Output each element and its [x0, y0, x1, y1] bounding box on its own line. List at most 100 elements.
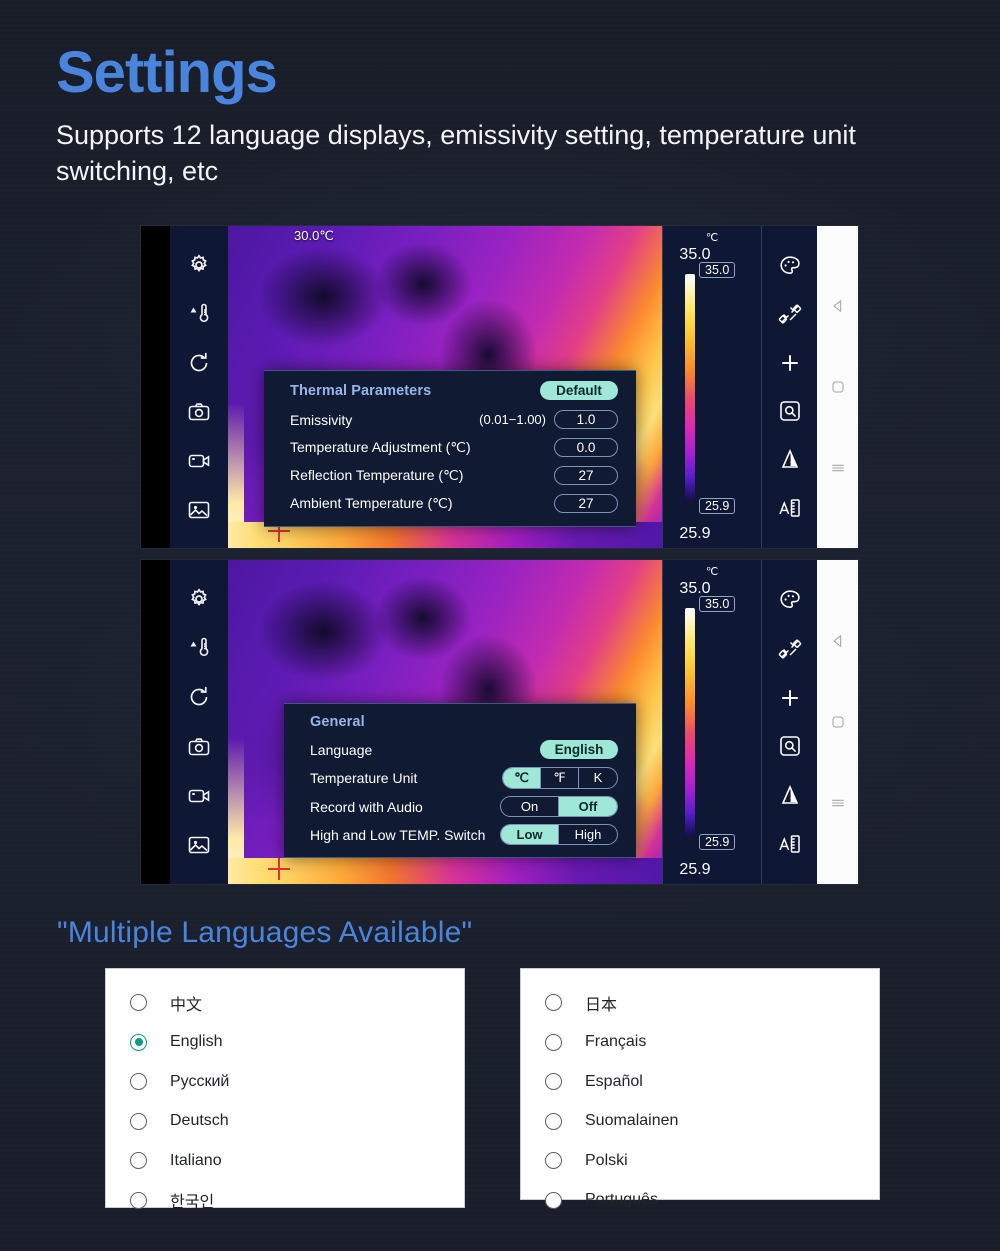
high-low-option-high[interactable]: High	[559, 825, 617, 844]
row-language: Language English	[310, 739, 618, 760]
list-item[interactable]: Русский	[106, 1062, 464, 1102]
contrast-icon[interactable]	[778, 447, 802, 471]
list-item[interactable]: 中文	[106, 983, 464, 1023]
android-nav-bar-2	[817, 560, 858, 884]
scale-upper-tag[interactable]: 35.0	[699, 262, 736, 278]
temp-unit-option-kelvin[interactable]: K	[579, 768, 617, 788]
measure-tools-icon[interactable]	[778, 637, 802, 661]
video-icon[interactable]	[187, 449, 211, 473]
font-size-icon[interactable]	[778, 832, 802, 856]
temperature-scale-2: ℃ 35.0 35.0 25.9 25.9	[662, 560, 762, 884]
list-item[interactable]: Suomalainen	[521, 1102, 879, 1142]
dialog-title: General	[310, 714, 365, 730]
scale-unit-label: ℃	[705, 566, 719, 578]
radio-unselected-icon[interactable]	[545, 1073, 562, 1091]
scale-lower-tag[interactable]: 25.9	[699, 834, 736, 850]
home-icon[interactable]	[830, 379, 846, 395]
spot-temperature-marker-2[interactable]	[268, 858, 290, 880]
radio-unselected-icon[interactable]	[130, 1112, 147, 1130]
list-item[interactable]: Français	[521, 1023, 879, 1063]
gallery-icon[interactable]	[187, 498, 211, 522]
plus-icon[interactable]	[778, 351, 802, 375]
back-icon[interactable]	[830, 298, 846, 314]
contrast-icon[interactable]	[778, 783, 802, 807]
gallery-icon[interactable]	[187, 833, 211, 857]
row-label: Language	[310, 741, 373, 758]
magnifier-box-icon[interactable]	[778, 734, 802, 758]
record-audio-option-on[interactable]: On	[501, 797, 559, 816]
refresh-icon[interactable]	[187, 685, 211, 709]
color-palette-bar[interactable]	[685, 274, 695, 502]
magnifier-box-icon[interactable]	[778, 399, 802, 423]
row-hint: (0.01−1.00)	[479, 412, 546, 427]
dialog-title: Thermal Parameters	[290, 382, 432, 399]
radio-unselected-icon[interactable]	[545, 1033, 562, 1051]
header: Settings Supports 12 language displays, …	[56, 44, 916, 189]
general-settings-dialog: General Language English Temperature Uni…	[284, 703, 636, 858]
language-label: 日本	[585, 996, 618, 1014]
plus-icon[interactable]	[778, 686, 802, 710]
row-temperature-adjustment: Temperature Adjustment (℃) 0.0	[290, 437, 618, 458]
list-item[interactable]: English	[106, 1023, 464, 1063]
camera-icon[interactable]	[187, 400, 211, 424]
device-right-toolbar	[762, 226, 817, 548]
list-item[interactable]: Español	[521, 1062, 879, 1102]
row-label: Temperature Unit	[310, 770, 418, 786]
radio-unselected-icon[interactable]	[130, 1152, 147, 1170]
radio-unselected-icon[interactable]	[130, 994, 147, 1012]
temp-unit-option-fahrenheit[interactable]: ℉	[541, 768, 579, 788]
default-button[interactable]: Default	[540, 381, 618, 400]
row-reflection-temperature: Reflection Temperature (℃) 27	[290, 465, 618, 486]
radio-unselected-icon[interactable]	[545, 1152, 562, 1170]
camera-icon[interactable]	[187, 735, 211, 759]
menu-icon[interactable]	[830, 795, 846, 811]
radio-unselected-icon[interactable]	[545, 994, 562, 1012]
list-item[interactable]: Polski	[521, 1141, 879, 1181]
list-item[interactable]: 한국인	[106, 1181, 464, 1221]
font-size-icon[interactable]	[778, 496, 802, 520]
radio-unselected-icon[interactable]	[545, 1191, 562, 1209]
measure-tools-icon[interactable]	[778, 302, 802, 326]
row-label: Emissivity	[290, 411, 353, 428]
temperature-alarm-icon[interactable]	[187, 302, 211, 326]
record-audio-option-off[interactable]: Off	[559, 797, 617, 816]
language-list-right: 日本 Français Español Suomalainen Polski P…	[520, 968, 880, 1209]
temperature-adjustment-value[interactable]: 0.0	[554, 438, 618, 457]
palette-icon[interactable]	[778, 588, 802, 612]
reflection-temperature-value[interactable]: 27	[554, 466, 618, 485]
device-bezel-left	[141, 226, 170, 548]
list-item[interactable]: Italiano	[106, 1141, 464, 1181]
color-palette-bar[interactable]	[685, 608, 695, 838]
emissivity-value[interactable]: 1.0	[554, 410, 618, 429]
palette-icon[interactable]	[778, 254, 802, 278]
language-label: Suomalainen	[585, 1112, 679, 1130]
thermal-image-area-1: 30.0℃ Thermal Parameters Default Emissiv…	[228, 226, 662, 548]
radio-unselected-icon[interactable]	[130, 1191, 147, 1209]
radio-unselected-icon[interactable]	[545, 1112, 562, 1130]
language-value[interactable]: English	[540, 740, 618, 759]
row-label: Temperature Adjustment (℃)	[290, 439, 471, 455]
row-emissivity: Emissivity (0.01−1.00) 1.0	[290, 409, 618, 430]
list-item[interactable]: Português	[521, 1181, 879, 1221]
thermal-hotband-bottom-2	[228, 858, 662, 884]
ambient-temperature-value[interactable]: 27	[554, 494, 618, 513]
radio-selected-icon[interactable]	[130, 1033, 147, 1051]
gear-icon[interactable]	[187, 253, 211, 277]
gear-icon[interactable]	[187, 587, 211, 611]
refresh-icon[interactable]	[187, 351, 211, 375]
scale-upper-tag[interactable]: 35.0	[699, 596, 736, 612]
high-low-option-low[interactable]: Low	[501, 825, 559, 844]
radio-unselected-icon[interactable]	[130, 1073, 147, 1091]
temp-unit-option-celsius[interactable]: ℃	[503, 768, 541, 788]
scale-lower-tag[interactable]: 25.9	[699, 498, 736, 514]
menu-icon[interactable]	[830, 460, 846, 476]
list-item[interactable]: 日本	[521, 983, 879, 1023]
temperature-alarm-icon[interactable]	[187, 636, 211, 660]
row-temperature-unit: Temperature Unit ℃ ℉ K	[310, 767, 618, 789]
list-item[interactable]: Deutsch	[106, 1102, 464, 1142]
home-icon[interactable]	[830, 714, 846, 730]
language-label: Español	[585, 1072, 643, 1090]
back-icon[interactable]	[830, 633, 846, 649]
video-icon[interactable]	[187, 784, 211, 808]
temperature-unit-segmented-control: ℃ ℉ K	[502, 767, 618, 789]
